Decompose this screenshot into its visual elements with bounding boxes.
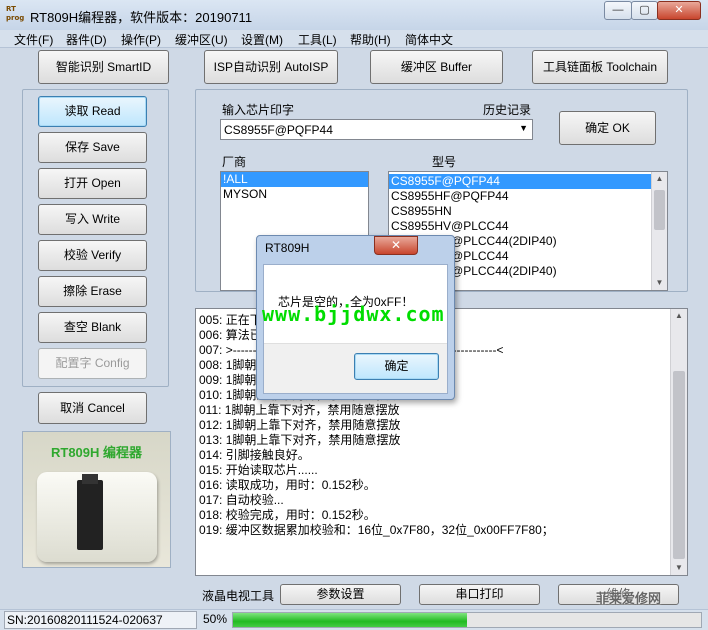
- menu-settings[interactable]: 设置(M): [241, 31, 283, 48]
- chip-combobox[interactable]: CS8955F@PQFP44 ▼: [220, 119, 533, 140]
- scroll-thumb[interactable]: [654, 190, 665, 230]
- scroll-down-icon[interactable]: ▼: [671, 561, 687, 575]
- window-title: RT809H编程器，软件版本：20190711: [30, 10, 253, 25]
- cancel-button[interactable]: 取消 Cancel: [38, 392, 147, 424]
- history-label: 历史记录: [483, 103, 532, 117]
- menu-language[interactable]: 简体中文: [405, 31, 453, 48]
- erase-button[interactable]: 擦除 Erase: [38, 276, 147, 307]
- scroll-up-icon[interactable]: ▲: [671, 309, 687, 323]
- app-logo-icon: RT prog: [6, 5, 25, 22]
- socket-lever-icon: [82, 474, 98, 484]
- config-button[interactable]: 配置字 Config: [38, 348, 147, 379]
- product-label: RT809H 编程器: [50, 445, 143, 460]
- log-line: 018: 校验完成，用时：0.152秒。: [199, 508, 376, 522]
- model-item[interactable]: CS8955HF@PQFP44: [389, 189, 651, 204]
- scroll-thumb[interactable]: [673, 371, 685, 559]
- log-line: 017: 自动校验...: [199, 493, 284, 507]
- close-icon: ✕: [674, 4, 684, 16]
- menu-file[interactable]: 文件(F): [14, 31, 53, 48]
- scroll-up-icon[interactable]: ▲: [652, 172, 667, 186]
- toolchain-button[interactable]: 工具链面板 Toolchain: [532, 50, 668, 84]
- chip-input-value: CS8955F@PQFP44: [224, 123, 333, 137]
- log-scrollbar[interactable]: ▲ ▼: [670, 309, 687, 575]
- log-line: 011: 1脚朝上靠下对齐，禁用随意摆放: [199, 403, 400, 417]
- progress-percent: 50%: [202, 612, 228, 626]
- parameter-settings-button[interactable]: 参数设置: [280, 584, 401, 605]
- close-icon: ✕: [390, 238, 402, 252]
- dialog-body: 芯片是空的，全为0xFF！ 确定: [263, 264, 448, 394]
- lcd-tool-label: 液晶电视工具: [202, 589, 275, 603]
- menu-operation[interactable]: 操作(P): [121, 31, 161, 48]
- menu-help[interactable]: 帮助(H): [350, 31, 391, 48]
- dropdown-arrow-icon: ▼: [519, 123, 528, 133]
- confirm-ok-button[interactable]: 确定 OK: [559, 111, 656, 145]
- zif-socket-icon: [77, 480, 103, 550]
- programmer-device-icon: [37, 472, 157, 562]
- save-button[interactable]: 保存 Save: [38, 132, 147, 163]
- log-line: 016: 读取成功，用时：0.152秒。: [199, 478, 376, 492]
- buffer-button[interactable]: 缓冲区 Buffer: [370, 50, 503, 84]
- log-line: 014: 引脚接触良好。: [199, 448, 310, 462]
- dialog-title: RT809H: [265, 241, 310, 255]
- site-watermark: www.bjjdwx.com: [262, 302, 445, 326]
- smartid-button[interactable]: 智能识别 SmartID: [38, 50, 169, 84]
- progress-fill: [233, 613, 467, 627]
- minimize-button[interactable]: —: [604, 1, 632, 20]
- close-button[interactable]: ✕: [657, 1, 701, 20]
- progress-bar: [232, 612, 702, 628]
- model-item[interactable]: CS8955HN: [389, 204, 651, 219]
- product-photo: RT809H 编程器: [22, 431, 171, 568]
- vendor-label: 厂商: [222, 155, 247, 169]
- minimize-icon: —: [612, 4, 624, 16]
- dialog-close-button[interactable]: ✕: [374, 236, 418, 255]
- serial-number: SN:20160820111524-020637: [4, 611, 197, 629]
- blank-check-button[interactable]: 查空 Blank: [38, 312, 147, 343]
- dialog-ok-button[interactable]: 确定: [354, 353, 439, 380]
- chip-input-label: 输入芯片印字: [222, 103, 295, 117]
- maximize-icon: ▢: [639, 4, 650, 16]
- write-button[interactable]: 写入 Write: [38, 204, 147, 235]
- log-line: 019: 缓冲区数据累加校验和：16位_0x7F80，32位_0x00FF7F8…: [199, 523, 554, 537]
- model-label: 型号: [432, 155, 457, 169]
- menu-buffer[interactable]: 缓冲区(U): [175, 31, 228, 48]
- model-item[interactable]: CS8955HV@PLCC44: [389, 219, 651, 234]
- vendor-item[interactable]: MYSON: [221, 187, 368, 202]
- model-list-scrollbar[interactable]: ▲ ▼: [651, 172, 667, 290]
- open-button[interactable]: 打开 Open: [38, 168, 147, 199]
- menu-device[interactable]: 器件(D): [66, 31, 107, 48]
- menu-tools[interactable]: 工具(L): [298, 31, 337, 48]
- scroll-down-icon[interactable]: ▼: [652, 276, 667, 290]
- log-line: 012: 1脚朝上靠下对齐，禁用随意摆放: [199, 418, 401, 432]
- auto-isp-button[interactable]: ISP自动识别 AutoISP: [204, 50, 338, 84]
- model-item[interactable]: CS8955F@PQFP44: [389, 174, 651, 189]
- log-line: 013: 1脚朝上靠下对齐，禁用随意摆放: [199, 433, 401, 447]
- verify-button[interactable]: 校验 Verify: [38, 240, 147, 271]
- log-line: 015: 开始读取芯片......: [199, 463, 318, 477]
- watermark-brand: 菲莱爱修网: [596, 591, 662, 606]
- read-button[interactable]: 读取 Read: [38, 96, 147, 127]
- vendor-item[interactable]: !ALL: [221, 172, 368, 187]
- serial-print-button[interactable]: 串口打印: [419, 584, 540, 605]
- maximize-button[interactable]: ▢: [631, 1, 658, 20]
